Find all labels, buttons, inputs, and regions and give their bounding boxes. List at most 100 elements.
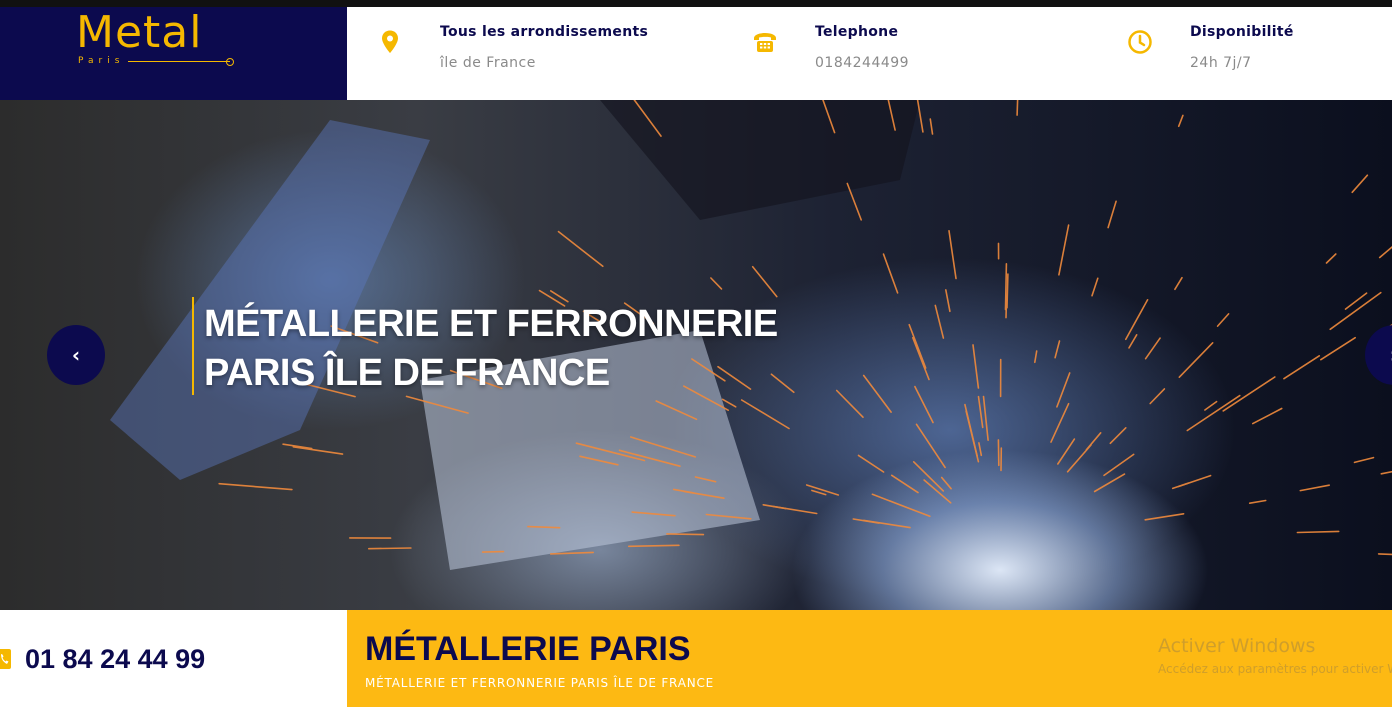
- spark-line: [1125, 299, 1149, 341]
- spark-line: [1378, 246, 1392, 259]
- windows-activation-watermark-subtitle: Accédez aux paramètres pour activer Wind…: [1158, 662, 1392, 676]
- spark-line: [1091, 277, 1099, 297]
- spark-line: [557, 230, 604, 268]
- cta-phone-number[interactable]: 01 84 24 44 99: [25, 644, 205, 675]
- top-strip: [0, 0, 1392, 7]
- spark-line: [751, 265, 778, 298]
- spark-line: [1050, 402, 1070, 443]
- spark-line: [1178, 342, 1214, 379]
- spark-line: [934, 304, 945, 339]
- spark-line: [871, 493, 931, 518]
- spark-line: [1353, 456, 1375, 464]
- spark-line: [1107, 200, 1117, 229]
- hero-accent-bar: [192, 297, 194, 395]
- spark-line: [1325, 253, 1337, 264]
- logo-wordmark: Metal: [76, 7, 203, 58]
- spark-line: [1351, 174, 1369, 194]
- spark-line: [481, 550, 505, 553]
- spark-line: [218, 482, 293, 491]
- spark-line: [627, 544, 680, 548]
- spark-line: [740, 399, 790, 430]
- spark-line: [882, 253, 899, 294]
- spark-line: [948, 230, 957, 280]
- info-location-subtitle: île de France: [440, 55, 536, 71]
- windows-activation-watermark-title: Activer Windows: [1158, 635, 1316, 657]
- spark-line: [1006, 273, 1009, 309]
- spark-line: [1329, 291, 1382, 331]
- spark-line: [978, 442, 983, 457]
- header-info-bar: Tous les arrondissements île de France T…: [347, 7, 1392, 100]
- spark-line: [929, 118, 934, 135]
- spark-line: [835, 389, 864, 419]
- spark-line: [1377, 553, 1392, 556]
- spark-line: [1186, 394, 1241, 432]
- spark-line: [914, 385, 934, 424]
- spark-line: [916, 100, 924, 133]
- site-logo[interactable]: Metal Paris: [0, 7, 347, 100]
- spark-line: [1320, 336, 1356, 361]
- spark-line: [1380, 470, 1392, 475]
- spark-line: [666, 533, 705, 536]
- info-availability-subtitle: 24h 7j/7: [1190, 55, 1252, 71]
- spark-line: [1177, 474, 1212, 488]
- spark-line: [944, 289, 951, 313]
- spark-line: [1216, 313, 1230, 327]
- spark-line: [1144, 337, 1161, 360]
- spark-line: [721, 398, 737, 408]
- hero-slider: MÉTALLERIE ET FERRONNERIE PARIS ÎLE DE F…: [0, 100, 1392, 610]
- spark-line: [1252, 407, 1283, 425]
- spark-line: [911, 336, 930, 381]
- spark-line: [890, 474, 919, 494]
- spark-line: [940, 476, 952, 490]
- spark-line: [912, 460, 945, 492]
- phone-icon: [0, 649, 11, 669]
- spark-line: [1149, 388, 1166, 405]
- cta-banner: MÉTALLERIE PARIS MÉTALLERIE ET FERRONNER…: [347, 610, 1392, 707]
- spark-line: [1085, 431, 1102, 451]
- spark-line: [862, 374, 892, 413]
- spark-line: [1057, 438, 1076, 465]
- spark-line: [915, 423, 946, 469]
- cta-title: MÉTALLERIE PARIS: [365, 630, 691, 668]
- spark-line: [1016, 100, 1019, 116]
- spark-line: [852, 518, 880, 524]
- spark-line: [965, 410, 980, 463]
- spark-line: [972, 344, 980, 389]
- spark-line: [1174, 276, 1183, 291]
- info-availability-title: Disponibilité: [1190, 24, 1294, 40]
- spark-line: [1299, 484, 1330, 492]
- spark-line: [857, 454, 885, 473]
- cta-subtitle: MÉTALLERIE ET FERRONNERIE PARIS ÎLE DE F…: [365, 676, 715, 690]
- info-telephone-number[interactable]: 0184244499: [815, 55, 909, 71]
- telephone-icon: [754, 33, 776, 52]
- info-location-title: Tous les arrondissements: [440, 24, 649, 40]
- info-telephone-title: Telephone: [815, 24, 899, 40]
- spark-line: [1344, 292, 1368, 310]
- spark-line: [527, 525, 561, 529]
- spark-line: [1283, 355, 1321, 380]
- spark-line: [762, 503, 787, 510]
- map-pin-icon: [382, 30, 398, 54]
- hero-title-line2: PARIS ÎLE DE FRANCE: [204, 352, 610, 394]
- spark-line: [1056, 372, 1071, 408]
- spark-line: [908, 323, 927, 369]
- spark-line: [1109, 426, 1127, 445]
- clock-icon: [1128, 30, 1152, 54]
- spark-line: [1054, 340, 1061, 359]
- spark-line: [367, 547, 412, 550]
- spark-line: [977, 395, 984, 429]
- spark-line: [1103, 453, 1135, 477]
- logo-subtext: Paris: [78, 56, 125, 66]
- spark-line: [292, 445, 344, 455]
- logo-underline: [128, 58, 234, 66]
- spark-line: [1128, 334, 1138, 349]
- spark-line: [1034, 350, 1038, 364]
- hero-title-line1: MÉTALLERIE ET FERRONNERIE: [204, 303, 778, 345]
- slider-prev-button[interactable]: ‹: [47, 325, 105, 385]
- spark-line: [1248, 499, 1267, 505]
- spark-line: [1296, 530, 1340, 534]
- cta-phone-block: 01 84 24 44 99: [0, 610, 347, 707]
- spark-line: [710, 277, 723, 290]
- spark-line: [1058, 224, 1070, 276]
- spark-line: [982, 395, 989, 442]
